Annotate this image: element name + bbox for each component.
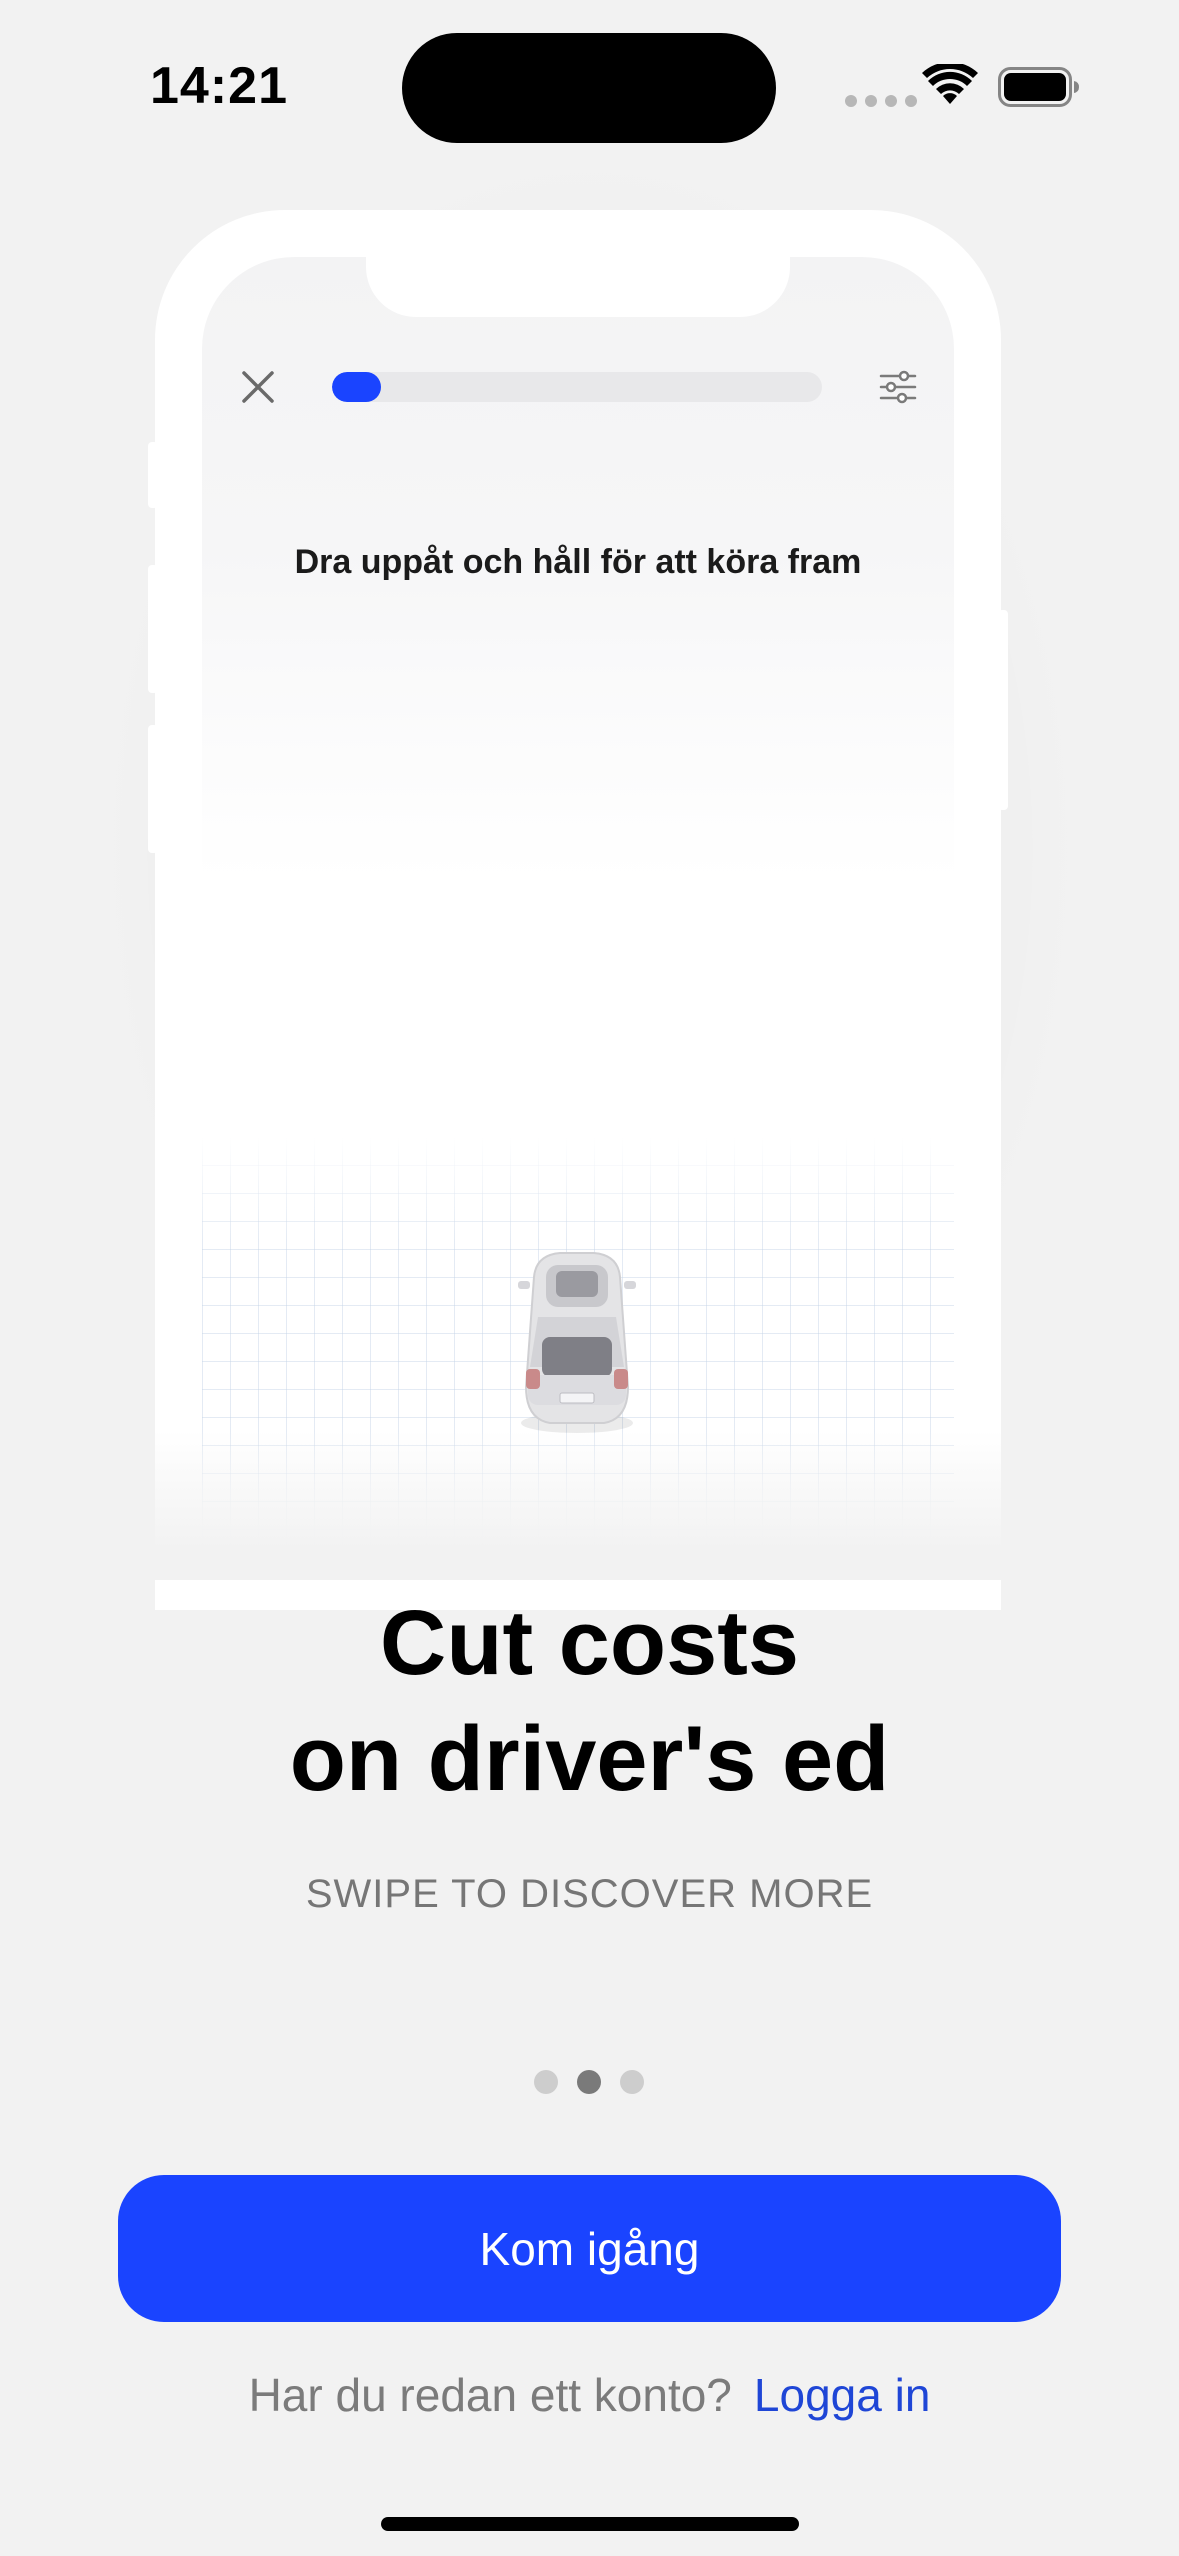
page-indicator[interactable]	[534, 2070, 644, 2094]
phone-mockup-screen: Dra uppåt och håll för att köra fram	[202, 257, 954, 1557]
phone-mockup-notch	[366, 257, 790, 317]
headline-line-1: Cut costs	[379, 1592, 800, 1694]
swipe-hint: SWIPE TO DISCOVER MORE	[305, 1872, 874, 1916]
login-question: Har du redan ett konto?	[248, 2369, 732, 2421]
lesson-progress-fill	[332, 372, 381, 402]
lesson-progress-bar	[332, 372, 822, 402]
battery-icon	[998, 67, 1079, 107]
page-dot[interactable]	[620, 2070, 644, 2094]
login-link[interactable]: Logga in	[754, 2369, 931, 2421]
cellular-signal-icon	[845, 95, 917, 107]
settings-sliders-icon	[879, 370, 917, 404]
login-prompt: Har du redan ett konto? Logga in	[0, 2368, 1179, 2422]
headline-line-2: on driver's ed	[289, 1708, 890, 1810]
page-dot[interactable]	[534, 2070, 558, 2094]
close-icon	[242, 371, 274, 403]
status-time: 14:21	[150, 57, 288, 115]
car-icon	[518, 1252, 636, 1433]
mockup-fade	[140, 1430, 1020, 1580]
dynamic-island	[402, 33, 776, 143]
driving-instruction: Dra uppåt och håll för att köra fram	[294, 543, 862, 581]
get-started-button[interactable]: Kom igång	[118, 2175, 1061, 2322]
wifi-icon	[922, 64, 978, 104]
onboarding-headline: Cut costs on driver's ed	[0, 1585, 1179, 1817]
page-dot[interactable]	[577, 2070, 601, 2094]
home-indicator[interactable]	[381, 2517, 799, 2531]
